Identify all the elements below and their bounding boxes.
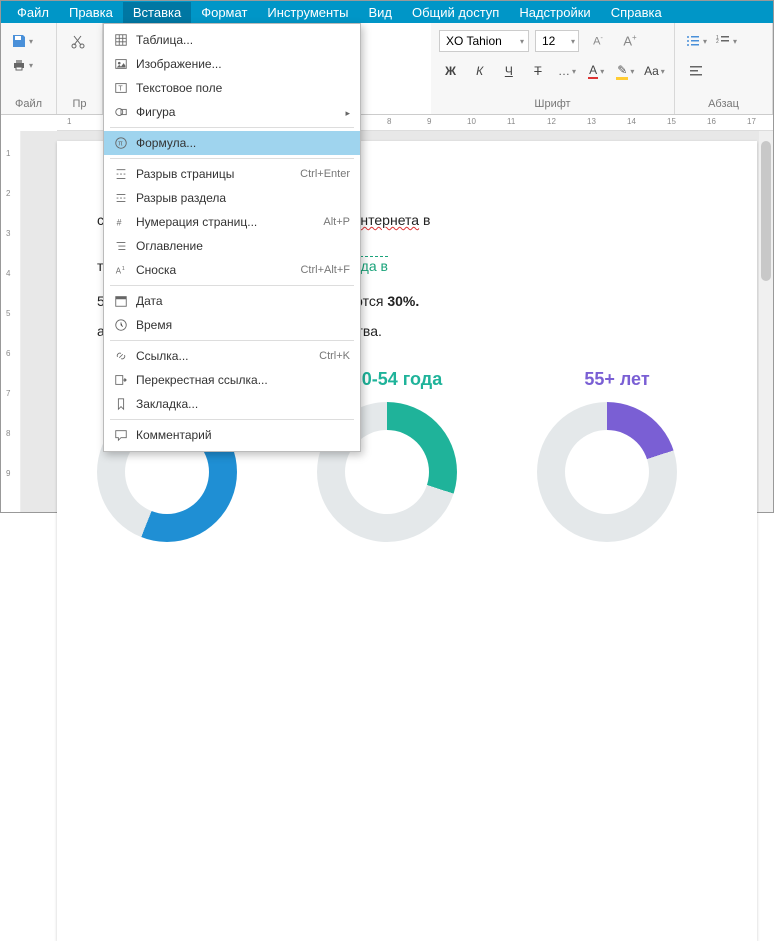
scrollbar-thumb[interactable] bbox=[761, 141, 771, 281]
number-list-button[interactable]: 12 bbox=[713, 29, 739, 53]
link-icon bbox=[110, 349, 132, 363]
donut-graphic bbox=[537, 402, 677, 542]
xref-icon bbox=[110, 373, 132, 387]
sectionbreak-icon bbox=[110, 191, 132, 205]
menu-item-xref[interactable]: Перекрестная ссылка... bbox=[104, 368, 360, 392]
menu-инструменты[interactable]: Инструменты bbox=[257, 2, 358, 23]
svg-text:π: π bbox=[118, 141, 123, 148]
font-grow-button[interactable]: A+ bbox=[617, 29, 643, 53]
align-left-button[interactable] bbox=[683, 59, 709, 83]
chart-title: 55+ лет bbox=[537, 369, 697, 390]
insert-menu-dropdown: Таблица...Изображение...TТекстовое полеФ… bbox=[103, 23, 361, 452]
menu-правка[interactable]: Правка bbox=[59, 2, 123, 23]
svg-text:T: T bbox=[118, 86, 123, 93]
menu-item-toc[interactable]: Оглавление bbox=[104, 234, 360, 258]
menu-item-time[interactable]: Время bbox=[104, 313, 360, 337]
font-size-select[interactable]: 12 bbox=[535, 30, 579, 52]
menu-формат[interactable]: Формат bbox=[191, 2, 257, 23]
menu-item-footnote[interactable]: A1СноскаCtrl+Alt+F bbox=[104, 258, 360, 282]
submenu-arrow-icon bbox=[345, 105, 350, 119]
menu-item-image[interactable]: Изображение... bbox=[104, 52, 360, 76]
strike-button[interactable]: T bbox=[526, 59, 549, 83]
date-icon bbox=[110, 294, 132, 308]
menu-item-sectionbreak[interactable]: Разрыв раздела bbox=[104, 186, 360, 210]
group-label-file: Файл bbox=[9, 96, 48, 112]
image-icon bbox=[110, 57, 132, 71]
group-label-font: Шрифт bbox=[439, 96, 666, 112]
more-font-button[interactable]: … bbox=[556, 59, 579, 83]
menu-надстройки[interactable]: Надстройки bbox=[509, 2, 600, 23]
menu-item-table[interactable]: Таблица... bbox=[104, 28, 360, 52]
menu-item-textbox[interactable]: TТекстовое поле bbox=[104, 76, 360, 100]
menu-item-date[interactable]: Дата bbox=[104, 289, 360, 313]
toc-icon bbox=[110, 239, 132, 253]
menu-файл[interactable]: Файл bbox=[7, 2, 59, 23]
highlight-button[interactable]: ✎ bbox=[614, 59, 637, 83]
menu-item-link[interactable]: Ссылка...Ctrl+K bbox=[104, 344, 360, 368]
font-color-button[interactable]: A bbox=[585, 59, 608, 83]
scrollbar-vertical[interactable] bbox=[759, 131, 773, 512]
case-button[interactable]: Aa bbox=[643, 59, 666, 83]
footnote-icon: A1 bbox=[110, 263, 132, 277]
shape-icon bbox=[110, 105, 132, 119]
formula-icon: π bbox=[110, 136, 132, 150]
svg-text:1: 1 bbox=[122, 266, 125, 272]
menu-вид[interactable]: Вид bbox=[358, 2, 402, 23]
pagenum-icon: # bbox=[110, 215, 132, 229]
italic-button[interactable]: К bbox=[468, 59, 491, 83]
menu-item-pagenum[interactable]: #Нумерация страниц...Alt+P bbox=[104, 210, 360, 234]
menubar: ФайлПравкаВставкаФорматИнструментыВидОбщ… bbox=[1, 1, 773, 23]
svg-text:A: A bbox=[116, 267, 122, 276]
group-label-para: Абзац bbox=[683, 96, 764, 112]
cut-button[interactable] bbox=[65, 29, 91, 53]
menu-item-shape[interactable]: Фигура bbox=[104, 100, 360, 124]
underline-button[interactable]: Ч bbox=[497, 59, 520, 83]
pagebreak-icon bbox=[110, 167, 132, 181]
menu-item-comment[interactable]: Комментарий bbox=[104, 423, 360, 447]
group-label-edit: Пр bbox=[65, 96, 94, 112]
font-shrink-button[interactable]: A- bbox=[585, 29, 611, 53]
font-family-select[interactable]: XO Tahion bbox=[439, 30, 529, 52]
menu-item-pagebreak[interactable]: Разрыв страницыCtrl+Enter bbox=[104, 162, 360, 186]
save-button[interactable] bbox=[9, 29, 35, 53]
bold-button[interactable]: Ж bbox=[439, 59, 462, 83]
menu-item-formula[interactable]: πФормула... bbox=[104, 131, 360, 155]
time-icon bbox=[110, 318, 132, 332]
textbox-icon: T bbox=[110, 81, 132, 95]
svg-text:2: 2 bbox=[716, 39, 719, 45]
comment-icon bbox=[110, 428, 132, 442]
ruler-vertical: 123456789 bbox=[1, 131, 21, 512]
bullet-list-button[interactable] bbox=[683, 29, 709, 53]
table-icon bbox=[110, 33, 132, 47]
print-button[interactable] bbox=[9, 53, 35, 77]
donut-chart: 55+ лет bbox=[537, 369, 697, 542]
menu-item-bookmark[interactable]: Закладка... bbox=[104, 392, 360, 416]
menu-справка[interactable]: Справка bbox=[601, 2, 672, 23]
menu-вставка[interactable]: Вставка bbox=[123, 2, 191, 23]
svg-text:#: # bbox=[117, 218, 122, 228]
menu-общий доступ[interactable]: Общий доступ bbox=[402, 2, 509, 23]
bookmark-icon bbox=[110, 397, 132, 411]
